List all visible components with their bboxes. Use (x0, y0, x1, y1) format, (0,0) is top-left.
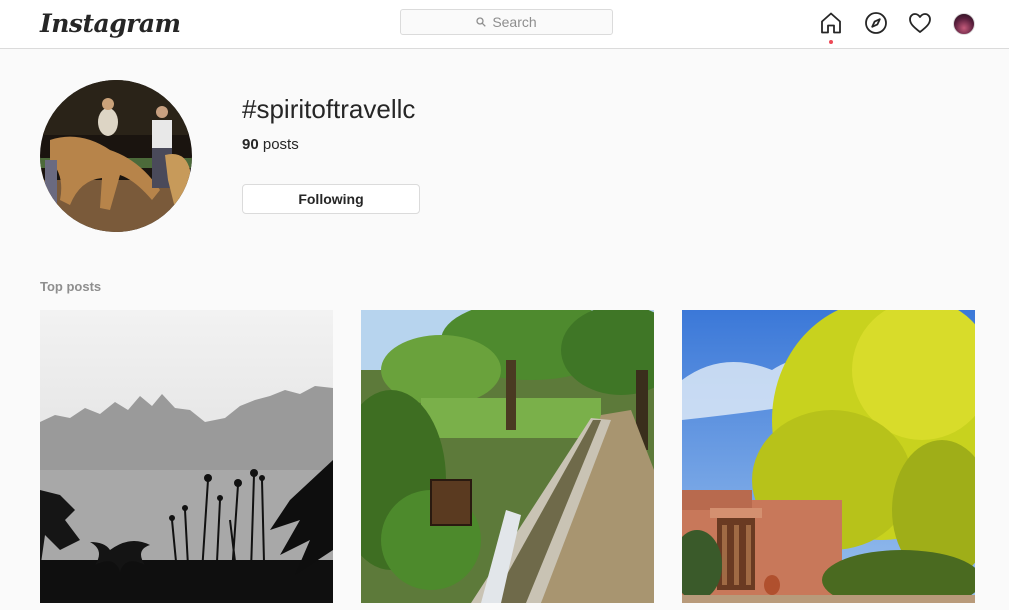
top-nav-bar: Instagram Search (0, 0, 1009, 49)
hashtag-title: #spiritoftravellc (242, 94, 416, 124)
top-post-3[interactable] (682, 310, 975, 603)
hashtag-cover-image (40, 80, 192, 232)
instagram-logo[interactable]: Instagram (40, 9, 181, 38)
posts-count-number: 90 (242, 136, 259, 153)
top-post-2[interactable] (361, 310, 654, 603)
posts-count: 90 posts (242, 136, 299, 153)
profile-avatar[interactable] (953, 13, 975, 35)
notification-dot (829, 40, 833, 44)
posts-count-label: posts (262, 136, 299, 153)
activity-heart-icon[interactable] (908, 11, 932, 35)
home-icon[interactable] (819, 11, 843, 35)
explore-compass-icon[interactable] (864, 11, 888, 35)
top-post-1[interactable] (40, 310, 333, 603)
search-input[interactable]: Search (400, 9, 613, 35)
search-placeholder: Search (492, 14, 537, 30)
search-icon (476, 17, 487, 27)
top-posts-heading: Top posts (40, 279, 102, 294)
following-button[interactable]: Following (242, 184, 420, 214)
